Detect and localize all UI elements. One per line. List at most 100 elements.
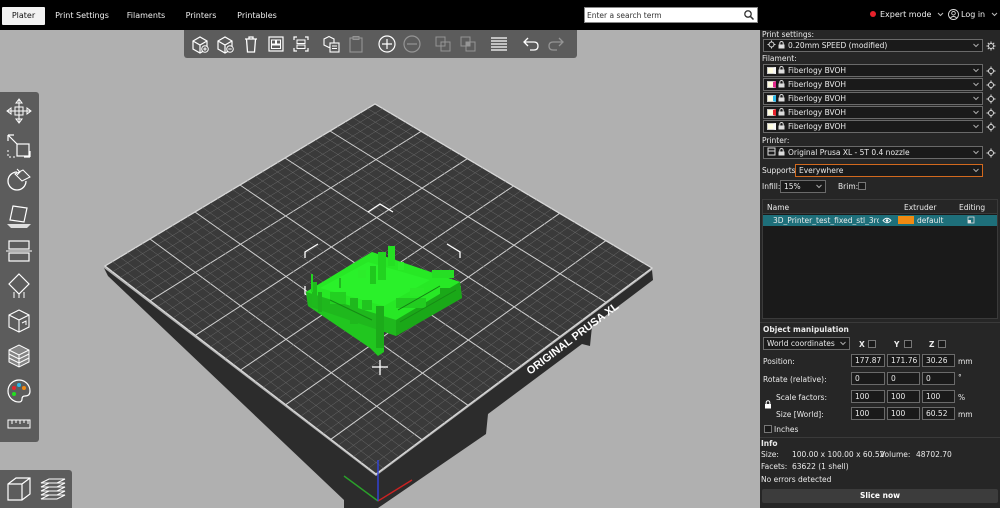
preview-icon[interactable] [38,474,68,504]
arrange-icon[interactable] [266,34,286,54]
user-icon [948,9,959,20]
scale-y-input[interactable]: 100 [887,390,920,403]
supports-label: Supports: [762,166,799,175]
settings-gear-icon[interactable] [986,108,996,118]
axis-z-checkbox[interactable] [938,340,946,348]
copy-icon[interactable] [321,34,341,54]
settings-gear-icon[interactable] [986,41,996,51]
measure-icon[interactable] [5,414,33,434]
size-z-input[interactable]: 60.52 [922,407,955,420]
brim-checkbox[interactable] [858,182,866,190]
paste-icon[interactable] [346,34,366,54]
mode-indicator-icon [870,11,876,17]
split-objects-icon[interactable] [433,34,453,54]
settings-gear-icon[interactable] [986,94,996,104]
move-icon[interactable] [5,97,33,125]
position-x-input[interactable]: 177.87 [851,354,885,367]
settings-gear-icon[interactable] [986,66,996,76]
split-parts-icon[interactable] [458,34,478,54]
search-input[interactable] [587,9,737,21]
tab-filaments[interactable]: Filaments [122,7,170,25]
slice-now-button[interactable]: Slice now [762,489,998,503]
eye-icon[interactable] [882,216,892,225]
lock-icon [778,148,785,156]
rotate-unit: ° [958,373,962,382]
filament-select-4[interactable]: Fiberlogy BVOH [763,106,983,119]
remove-instance-icon[interactable] [402,34,422,54]
scale-z-input[interactable]: 100 [922,390,955,403]
seam-painting-icon[interactable] [5,307,33,335]
tab-print-settings[interactable]: Print Settings [52,7,112,25]
chevron-down-icon [973,168,979,173]
size-y-input[interactable]: 100 [887,407,920,420]
axis-x-label: X [859,340,865,349]
axis-y-checkbox[interactable] [904,340,912,348]
divider [760,437,1000,438]
view-mode-toolbar [0,470,72,508]
rotate-x-input[interactable]: 0 [851,372,885,385]
info-volume-value: 48702.70 [916,450,952,459]
coordinates-select[interactable]: World coordinates [763,337,850,350]
object-extruder: default [917,216,944,225]
infill-select[interactable]: 15% [780,180,826,193]
rotate-icon[interactable] [5,167,33,195]
lock-icon [778,66,785,74]
filament-label: Filament: [762,54,797,63]
search-box[interactable] [584,7,758,23]
layers-editing-icon[interactable] [489,34,509,54]
editing-icon[interactable] [967,216,975,224]
place-on-face-icon[interactable] [5,202,33,230]
print-profile-value: 0.20mm SPEED (modified) [788,41,888,50]
settings-gear-icon[interactable] [986,80,996,90]
axis-y-label: Y [894,340,900,349]
position-z-input[interactable]: 30.26 [922,354,955,367]
filament-name: Fiberlogy BVOH [788,108,847,117]
cut-icon[interactable] [5,237,33,265]
info-size-label: Size: [761,450,779,459]
3d-view-icon[interactable] [4,474,34,504]
tab-printables[interactable]: Printables [232,7,282,25]
mode-selector[interactable]: Expert mode [870,10,944,19]
filament-select-3[interactable]: Fiberlogy BVOH [763,92,983,105]
supports-select[interactable]: Everywhere [795,164,983,177]
arrange-selection-icon[interactable] [291,34,311,54]
inches-label: Inches [774,425,799,434]
lock-icon [778,41,785,49]
paint-supports-icon[interactable] [5,272,33,300]
printer-profile-select[interactable]: Original Prusa XL - 5T 0.4 nozzle [763,146,983,159]
object-list[interactable]: Name Extruder Editing 3D_Printer_test_fi… [762,199,998,319]
axis-x-checkbox[interactable] [868,340,876,348]
add-instance-icon[interactable] [377,34,397,54]
inches-checkbox[interactable] [764,425,772,433]
add-object-icon[interactable] [190,34,210,54]
redo-icon[interactable] [546,34,566,54]
tab-printers[interactable]: Printers [180,7,222,25]
login-button[interactable]: Log in [948,9,998,20]
filament-name: Fiberlogy BVOH [788,80,847,89]
chevron-down-icon [816,184,822,189]
mmu-painting-icon[interactable] [5,377,33,405]
rotate-z-input[interactable]: 0 [922,372,955,385]
delete-all-icon[interactable] [241,34,261,54]
filament-select-5[interactable]: Fiberlogy BVOH [763,120,983,133]
filament-color-swatch [767,81,776,88]
search-icon[interactable] [743,9,755,21]
print-profile-select[interactable]: 0.20mm SPEED (modified) [763,39,983,52]
table-row[interactable]: 3D_Printer_test_fixed_stl_3rd_ge default [763,215,997,226]
filament-select-1[interactable]: Fiberlogy BVOH [763,64,983,77]
lock-icon[interactable] [764,400,772,409]
delete-object-icon[interactable] [215,34,235,54]
bed-scene[interactable]: ORIGINAL PRUSA XL [0,30,760,508]
tab-plater[interactable]: Plater [2,7,45,25]
scale-icon[interactable] [5,132,33,160]
rotate-y-input[interactable]: 0 [887,372,920,385]
position-y-input[interactable]: 171.76 [887,354,920,367]
3d-viewport[interactable]: ORIGINAL PRUSA XL [0,30,760,508]
size-x-input[interactable]: 100 [851,407,885,420]
settings-gear-icon[interactable] [986,122,996,132]
variable-layer-icon[interactable] [5,342,33,370]
settings-gear-icon[interactable] [986,148,996,158]
undo-icon[interactable] [521,34,541,54]
filament-select-2[interactable]: Fiberlogy BVOH [763,78,983,91]
scale-x-input[interactable]: 100 [851,390,885,403]
